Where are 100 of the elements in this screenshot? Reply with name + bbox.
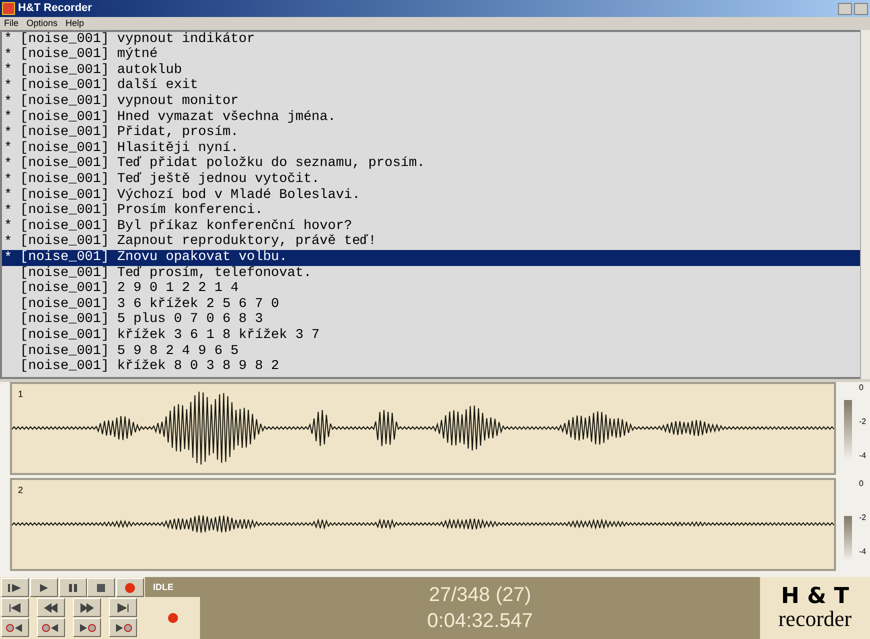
prompt-id: [noise_001] <box>20 124 110 141</box>
scrollbar[interactable] <box>860 30 870 379</box>
meter-scale-label: -2 <box>859 418 866 426</box>
prompt-text: mýtné <box>117 46 158 63</box>
record-icon <box>124 582 136 594</box>
prompt-id: [noise_001] <box>20 140 110 156</box>
prompt-id: [noise_001] <box>20 77 110 94</box>
menu-item[interactable]: Help <box>66 18 84 28</box>
maximize-button[interactable] <box>854 2 868 14</box>
prompt-row[interactable]: * [noise_001] autoklub <box>2 63 860 79</box>
pause-icon <box>68 582 78 592</box>
prompt-id: [noise_001] <box>20 93 110 110</box>
prompt-row[interactable]: * [noise_001] Výchozí bod v Mladé Boleslavi. <box>2 188 860 204</box>
mark-label: * <box>4 157 12 172</box>
prompt-text: vypnout monitor <box>117 93 239 110</box>
menu-item[interactable]: Options <box>26 18 58 28</box>
first-unmarked-button[interactable] <box>1 618 29 637</box>
prompt-row[interactable]: * [noise_001] Znovu opakovat volbu. <box>2 250 860 266</box>
prompt-text: Hned vymazat všechna jména. <box>117 108 336 125</box>
prompt-text: křížek 8 0 3 8 9 8 2 <box>117 358 280 376</box>
prompt-row[interactable]: [noise_001] 3 6 křížek 2 5 6 7 0 <box>2 297 860 313</box>
prompt-text: 5 plus 0 7 0 6 8 3 <box>117 311 263 328</box>
rewind-button[interactable] <box>36 598 65 617</box>
prompt-row[interactable]: * [noise_001] Teď ještě jednou vytočit. <box>2 172 860 188</box>
prompt-id: [noise_001] <box>20 264 110 281</box>
mark-label: * <box>4 32 12 48</box>
stop-button[interactable] <box>87 578 116 597</box>
prompt-id: [noise_001] <box>20 186 110 203</box>
prompt-row[interactable]: * [noise_001] vypnout monitor <box>2 94 860 110</box>
prompt-text: Prosím konferenci. <box>117 202 263 219</box>
prompt-text: vypnout indikátor <box>117 32 255 47</box>
prompt-row[interactable]: * [noise_001] Byl příkaz konferenční hovor? <box>2 219 860 235</box>
channel-number: 2 <box>18 484 24 497</box>
prompt-id: [noise_001] <box>20 218 110 234</box>
prompt-text: 2 9 0 1 2 2 1 4 <box>117 280 239 297</box>
prompt-row[interactable]: [noise_001] 5 plus 0 7 0 6 8 3 <box>2 312 860 328</box>
prompt-row[interactable]: [noise_001] křížek 8 0 3 8 9 8 2 <box>2 359 860 376</box>
prompt-text: autoklub <box>117 62 182 78</box>
prompt-row[interactable]: * [noise_001] Prosím konferenci. <box>2 204 860 220</box>
skip-marked-icon <box>114 622 132 632</box>
rewind-icon <box>44 602 58 612</box>
meter-scale-label: -2 <box>859 514 866 522</box>
mark-label: * <box>4 126 12 141</box>
prompt-row[interactable]: * [noise_001] Teď přidat položku do seznamu, prosím. <box>2 156 860 172</box>
mark-label: * <box>4 110 12 126</box>
prompt-id: [noise_001] <box>20 296 110 312</box>
menu-item[interactable]: File <box>4 18 19 28</box>
prompt-row[interactable]: * [noise_001] Přidat, prosím. <box>2 126 860 142</box>
play-button[interactable] <box>30 578 58 597</box>
prompt-row[interactable]: * [noise_001] vypnout indikátor <box>2 32 860 48</box>
app-icon <box>2 2 15 15</box>
prompt-text: Byl příkaz konferenční hovor? <box>117 218 352 234</box>
stop-icon <box>96 582 106 592</box>
prompt-id: [noise_001] <box>20 342 110 359</box>
play-from-start-button[interactable] <box>1 578 29 597</box>
prompt-row[interactable]: [noise_001] křížek 3 6 1 8 křížek 3 7 <box>2 328 860 344</box>
mark-label: * <box>4 48 12 63</box>
level-meter <box>844 400 852 460</box>
prompt-id: [noise_001] <box>20 326 110 344</box>
last-icon <box>116 602 130 612</box>
pause-button[interactable] <box>58 578 87 597</box>
forward-button[interactable] <box>72 598 101 617</box>
last-button[interactable] <box>108 598 137 617</box>
window-title: H&T Recorder <box>18 1 92 16</box>
mark-label: * <box>4 172 12 188</box>
record-button[interactable] <box>116 578 144 597</box>
mark-label: * <box>4 188 12 204</box>
logo-title: H & T <box>781 586 849 608</box>
prompt-row[interactable]: [noise_001] 2 9 0 1 2 2 1 4 <box>2 282 860 298</box>
prompt-row[interactable]: * [noise_001] mýtné <box>2 48 860 64</box>
prompt-id: [noise_001] <box>20 202 110 219</box>
prompt-id: [noise_001] <box>20 46 110 63</box>
skip-marked-icon <box>42 622 60 632</box>
prompt-text: Zapnout reproduktory, právě teď! <box>117 233 376 250</box>
prompt-row[interactable]: * [noise_001] další exit <box>2 78 860 94</box>
prompt-id: [noise_001] <box>20 311 110 328</box>
mark-label: * <box>4 79 12 94</box>
prompt-row[interactable]: [noise_001] Teď prosím, telefonovat. <box>2 266 860 282</box>
prompt-row[interactable]: * [noise_001] Hned vymazat všechna jména. <box>2 110 860 126</box>
prompt-id: [noise_001] <box>20 280 110 297</box>
mark-label: * <box>4 235 12 250</box>
skip-marked-icon <box>78 622 96 632</box>
prompt-row[interactable]: [noise_001] 5 9 8 2 4 9 6 5 <box>2 344 860 360</box>
prompt-row[interactable]: * [noise_001] Zapnout reproduktory, právě teď! <box>2 234 860 250</box>
prompt-counter: 27/348 (27) <box>428 583 532 608</box>
minimize-button[interactable] <box>838 2 852 14</box>
first-button[interactable] <box>1 598 29 617</box>
prompt-row[interactable]: * [noise_001] Hlasitěji nyní. <box>2 141 860 157</box>
prompt-text: 3 6 křížek 2 5 6 7 0 <box>117 296 280 312</box>
meter-scale-label: -4 <box>859 548 866 556</box>
rewind-unmarked-button[interactable] <box>36 618 65 637</box>
last-unmarked-button[interactable] <box>108 618 137 637</box>
forward-unmarked-button[interactable] <box>72 618 101 637</box>
first-icon <box>8 602 22 612</box>
prompt-text: Hlasitěji nyní. <box>117 140 239 156</box>
prompt-id: [noise_001] <box>20 233 110 250</box>
prompt-text: další exit <box>117 77 198 94</box>
meter-scale-label: 0 <box>859 384 864 392</box>
mark-label: * <box>4 250 12 266</box>
mark-label: * <box>4 204 12 219</box>
